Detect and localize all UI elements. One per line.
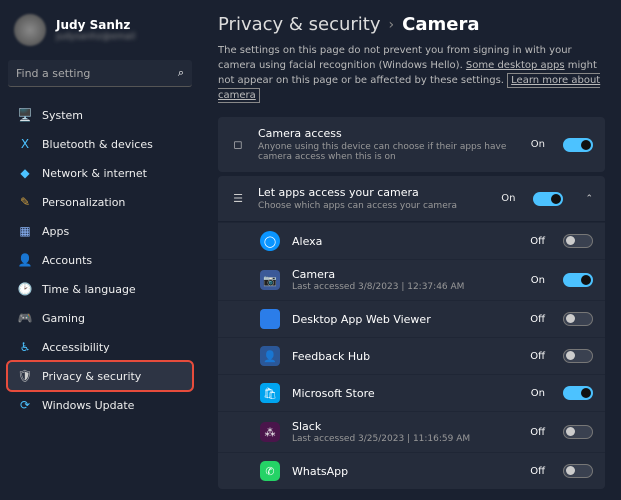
desktop-apps-link[interactable]: Some desktop apps: [466, 60, 565, 71]
app-row-alexa: ◯AlexaOff: [218, 222, 605, 259]
sidebar-item-bluetooth-devices[interactable]: ⵝ Bluetooth & devices: [8, 130, 192, 158]
nav-icon: 🎮: [18, 311, 32, 325]
app-row-camera: 📷CameraLast accessed 3/8/2023 | 12:37:46…: [218, 259, 605, 300]
camera-access-row[interactable]: ◻ Camera access Anyone using this device…: [218, 117, 605, 172]
app-icon: ⁂: [260, 422, 280, 442]
app-toggle[interactable]: [563, 273, 593, 287]
nav-label: Accounts: [42, 254, 92, 267]
app-icon: ✆: [260, 461, 280, 481]
page-description: The settings on this page do not prevent…: [218, 43, 605, 103]
camera-icon: ◻: [230, 137, 246, 153]
nav-icon: 🖥️: [18, 108, 32, 122]
nav-icon: ♿: [18, 340, 32, 354]
app-toggle[interactable]: [563, 349, 593, 363]
nav-icon: ✎: [18, 195, 32, 209]
nav: 🖥️ System ⵝ Bluetooth & devices ◆ Network & i…: [8, 101, 192, 419]
let-apps-card: ☰ Let apps access your camera Choose whi…: [218, 176, 605, 489]
app-icon: 📷: [260, 270, 280, 290]
nav-icon: 👤: [18, 253, 32, 267]
avatar: [14, 14, 46, 46]
user-profile[interactable]: Judy Sanhz judysanhz@email: [8, 10, 192, 50]
user-email: judysanhz@email: [56, 32, 135, 42]
sidebar-item-windows-update[interactable]: ⟳ Windows Update: [8, 391, 192, 419]
sidebar-item-privacy-security[interactable]: 🛡 Privacy & security: [8, 362, 192, 390]
app-toggle[interactable]: [563, 234, 593, 248]
app-row-microsoft-store: 🛍Microsoft StoreOn: [218, 374, 605, 411]
search-icon: ⌕: [178, 66, 184, 80]
nav-icon: 🛡: [18, 369, 32, 383]
app-row-whatsapp: ✆WhatsAppOff: [218, 452, 605, 489]
nav-label: Personalization: [42, 196, 125, 209]
app-toggle[interactable]: [563, 386, 593, 400]
nav-label: Apps: [42, 225, 69, 238]
app-list: ◯AlexaOff📷CameraLast accessed 3/8/2023 |…: [218, 221, 605, 489]
sidebar-item-apps[interactable]: ▦ Apps: [8, 217, 192, 245]
nav-label: Windows Update: [42, 399, 134, 412]
nav-label: System: [42, 109, 83, 122]
list-icon: ☰: [230, 191, 246, 207]
sidebar-item-gaming[interactable]: 🎮 Gaming: [8, 304, 192, 332]
nav-label: Network & internet: [42, 167, 147, 180]
breadcrumb: Privacy & security › Camera: [218, 14, 605, 35]
sidebar-item-personalization[interactable]: ✎ Personalization: [8, 188, 192, 216]
breadcrumb-parent[interactable]: Privacy & security: [218, 14, 381, 35]
nav-label: Gaming: [42, 312, 85, 325]
sidebar-item-accessibility[interactable]: ♿ Accessibility: [8, 333, 192, 361]
sidebar-item-accounts[interactable]: 👤 Accounts: [8, 246, 192, 274]
app-icon: 👤: [260, 346, 280, 366]
app-row-feedback-hub: 👤Feedback HubOff: [218, 337, 605, 374]
nav-icon: ⵝ: [18, 137, 32, 151]
user-name: Judy Sanhz: [56, 18, 135, 32]
nav-label: Privacy & security: [42, 370, 141, 383]
nav-icon: ▦: [18, 224, 32, 238]
let-apps-row[interactable]: ☰ Let apps access your camera Choose whi…: [218, 176, 605, 221]
sidebar: Judy Sanhz judysanhz@email ⌕ 🖥️ System ⵝ Bl…: [0, 0, 200, 500]
app-icon: ◯: [260, 231, 280, 251]
search-input[interactable]: [16, 67, 178, 80]
camera-access-card: ◻ Camera access Anyone using this device…: [218, 117, 605, 172]
search-box[interactable]: ⌕: [8, 60, 192, 87]
let-apps-toggle[interactable]: [533, 192, 563, 206]
chevron-up-icon[interactable]: ⌃: [585, 194, 593, 204]
nav-icon: ⟳: [18, 398, 32, 412]
breadcrumb-current: Camera: [402, 14, 479, 35]
app-icon: [260, 309, 280, 329]
app-toggle[interactable]: [563, 312, 593, 326]
camera-access-toggle[interactable]: [563, 138, 593, 152]
app-toggle[interactable]: [563, 425, 593, 439]
app-row-slack: ⁂SlackLast accessed 3/25/2023 | 11:16:59…: [218, 411, 605, 452]
sidebar-item-network-internet[interactable]: ◆ Network & internet: [8, 159, 192, 187]
nav-label: Bluetooth & devices: [42, 138, 153, 151]
sidebar-item-system[interactable]: 🖥️ System: [8, 101, 192, 129]
app-row-desktop-app-web-viewer: Desktop App Web ViewerOff: [218, 300, 605, 337]
nav-icon: ◆: [18, 166, 32, 180]
app-toggle[interactable]: [563, 464, 593, 478]
nav-label: Accessibility: [42, 341, 110, 354]
nav-label: Time & language: [42, 283, 136, 296]
main: Privacy & security › Camera The settings…: [200, 0, 621, 500]
chevron-right-icon: ›: [389, 17, 395, 33]
nav-icon: 🕑: [18, 282, 32, 296]
app-icon: 🛍: [260, 383, 280, 403]
sidebar-item-time-language[interactable]: 🕑 Time & language: [8, 275, 192, 303]
